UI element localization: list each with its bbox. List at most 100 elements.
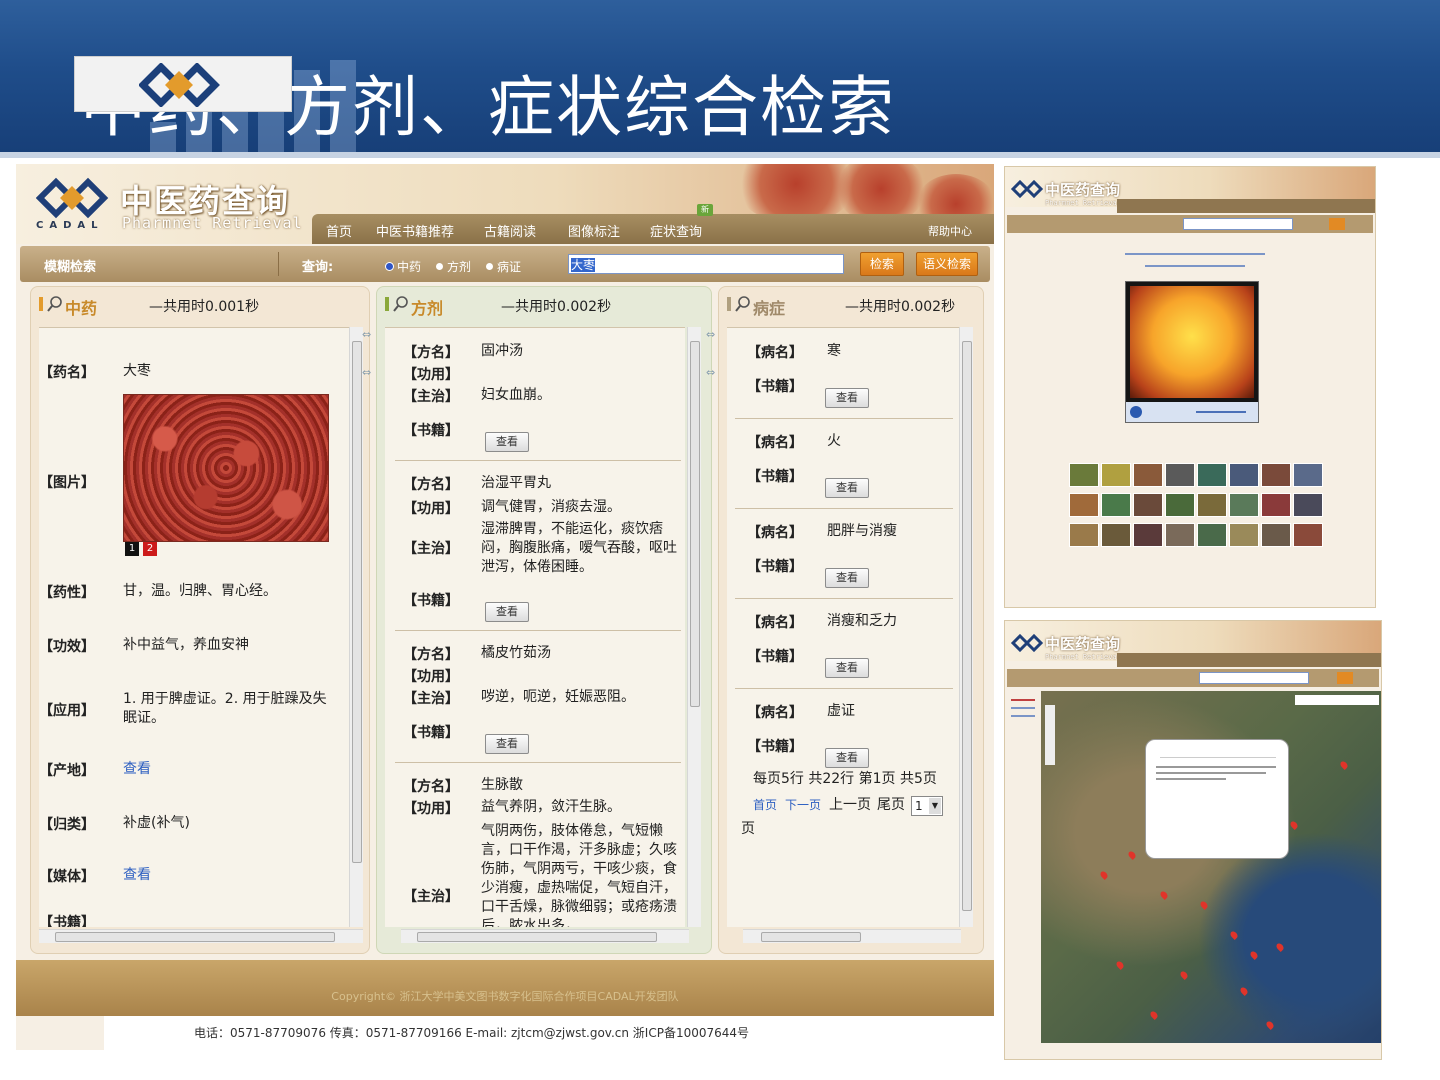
scroll-thumb[interactable] [417, 932, 657, 942]
nav-books[interactable]: 中医书籍推荐 [376, 221, 454, 240]
mini-navbar [1117, 199, 1375, 213]
scroll-thumb[interactable] [690, 341, 700, 707]
herb-book-label: 【书籍】 [39, 915, 95, 927]
chevron-down-icon[interactable]: ▼ [929, 798, 941, 814]
disease-view-button[interactable]: 查看 [825, 388, 869, 408]
panel-marker [39, 297, 43, 311]
mini-search-button[interactable] [1337, 672, 1353, 684]
disease-name: 肥胖与消瘦 [827, 523, 897, 539]
formula-name-label: 【方名】 [403, 477, 459, 493]
map-pin-icon[interactable] [1127, 850, 1137, 860]
herb-vertical-scrollbar[interactable] [349, 327, 363, 927]
fuzzy-search-label[interactable]: 模糊检索 [44, 256, 96, 275]
mini-search-input[interactable] [1199, 672, 1309, 684]
search-input[interactable]: 大枣 [568, 254, 844, 274]
satellite-map[interactable] [1041, 691, 1381, 1043]
help-center-link[interactable]: 帮助中心 [928, 223, 972, 239]
disease-book-label: 【书籍】 [747, 379, 803, 395]
formula-view-button[interactable]: 查看 [485, 432, 529, 452]
map-info-bubble [1145, 739, 1289, 859]
nav-ancient-reading[interactable]: 古籍阅读 [484, 221, 536, 240]
map-pin-icon[interactable] [1159, 890, 1169, 900]
mini-search-input[interactable] [1183, 218, 1293, 230]
scroll-thumb[interactable] [962, 341, 972, 911]
disease-name: 虚证 [827, 703, 855, 719]
formula-panel-title: 方剂 [411, 299, 444, 318]
image-page-2[interactable]: 2 [143, 542, 157, 556]
search-separator [278, 252, 279, 276]
pager-prev[interactable]: 上一页 [829, 796, 871, 815]
radio-herb[interactable]: 中药 [386, 258, 421, 275]
herb-property-label: 【药性】 [39, 585, 95, 601]
mini-navbar [1117, 653, 1381, 667]
herb-photo[interactable] [123, 394, 329, 542]
map-pin-icon[interactable] [1115, 960, 1125, 970]
herb-usage: 1. 用于脾虚证。2. 用于脏躁及失眠证。 [123, 691, 327, 726]
bubble-tabs[interactable] [1160, 748, 1276, 758]
mini-search-button[interactable] [1329, 218, 1345, 230]
formula-horizontal-scrollbar[interactable] [401, 929, 689, 943]
disease-view-button[interactable]: 查看 [825, 658, 869, 678]
formula-vertical-scrollbar[interactable] [687, 327, 701, 927]
formula-view-button[interactable]: 查看 [485, 602, 529, 622]
disease-view-button[interactable]: 查看 [825, 748, 869, 768]
page-select[interactable]: 1 ▼ [911, 796, 943, 816]
map-pin-icon[interactable] [1179, 970, 1189, 980]
semantic-search-button[interactable]: 语义检索 [916, 252, 978, 276]
radio-formula[interactable]: 方剂 [436, 258, 471, 275]
map-pin-icon[interactable] [1239, 986, 1249, 996]
disease-horizontal-scrollbar[interactable] [743, 929, 961, 943]
image-page-1[interactable]: 1 [125, 542, 139, 556]
herb-effect-label: 【功效】 [39, 639, 95, 655]
divider [395, 460, 681, 461]
map-pin-icon[interactable] [1229, 930, 1239, 940]
map-pin-icon[interactable] [1339, 760, 1349, 770]
query-label: 查询: [302, 260, 334, 275]
disease-vertical-scrollbar[interactable] [959, 327, 973, 927]
nav-symptom-query[interactable]: 症状查询 [650, 221, 702, 240]
map-pin-icon[interactable] [1289, 820, 1299, 830]
play-icon[interactable] [1130, 406, 1142, 418]
herb-media-link[interactable]: 查看 [123, 866, 151, 885]
map-pin-icon[interactable] [1265, 1020, 1275, 1030]
map-pin-icon[interactable] [1199, 900, 1209, 910]
site-footer-band: Copyright© 浙江大学中美文图书数字化国际合作项目CADAL开发团队 [16, 960, 994, 1016]
formula-panel: 方剂 —共用时0.002秒 【方名】 固冲汤 【功用】 【主治】 妇女血崩。 【… [376, 286, 712, 954]
mini-search-bar [1007, 669, 1379, 687]
magnifier-icon [735, 296, 750, 312]
map-zoom-control[interactable] [1045, 705, 1055, 765]
volume-slider[interactable] [1196, 411, 1246, 413]
copyright-text: Copyright© 浙江大学中美文图书数字化国际合作项目CADAL开发团队 [331, 990, 679, 1003]
search-button[interactable]: 检索 [860, 252, 904, 276]
radio-disease[interactable]: 病证 [486, 258, 521, 275]
map-pin-icon[interactable] [1099, 870, 1109, 880]
pager-last[interactable]: 尾页 [877, 796, 905, 815]
formula-function: 益气养阴，敛汗生脉。 [481, 799, 621, 815]
disease-view-button[interactable]: 查看 [825, 568, 869, 588]
scroll-thumb[interactable] [55, 932, 335, 942]
scroll-thumb[interactable] [352, 341, 362, 863]
formula-view-button[interactable]: 查看 [485, 734, 529, 754]
scroll-thumb[interactable] [761, 932, 861, 942]
herb-name: 大枣 [123, 363, 151, 379]
disease-view-button[interactable]: 查看 [825, 478, 869, 498]
map-pin-icon[interactable] [1149, 1010, 1159, 1020]
pager-next[interactable]: 下一页 [785, 796, 821, 815]
map-pin-icon[interactable] [1249, 950, 1259, 960]
nav-image-annotation[interactable]: 图像标注 [568, 221, 620, 240]
panel-link-icon: ⇔ [706, 328, 716, 341]
pager-first[interactable]: 首页 [753, 796, 777, 815]
video-controls[interactable] [1126, 402, 1258, 422]
nav-home[interactable]: 首页 [326, 221, 352, 240]
herb-origin-link[interactable]: 查看 [123, 760, 151, 779]
disease-book-label: 【书籍】 [747, 559, 803, 575]
map-pin-icon[interactable] [1275, 942, 1285, 952]
map-type-buttons[interactable] [1295, 695, 1379, 705]
radio-dot-icon [486, 263, 493, 270]
herb-horizontal-scrollbar[interactable] [39, 929, 363, 943]
site-footer-contact: 电话：0571-87709076 传真：0571-87709166 E-mail… [104, 1016, 994, 1050]
video-player[interactable] [1125, 281, 1259, 423]
formula-function-label: 【功用】 [403, 669, 459, 685]
page-select-value: 1 [915, 799, 923, 813]
media-link-lines [1125, 253, 1265, 255]
